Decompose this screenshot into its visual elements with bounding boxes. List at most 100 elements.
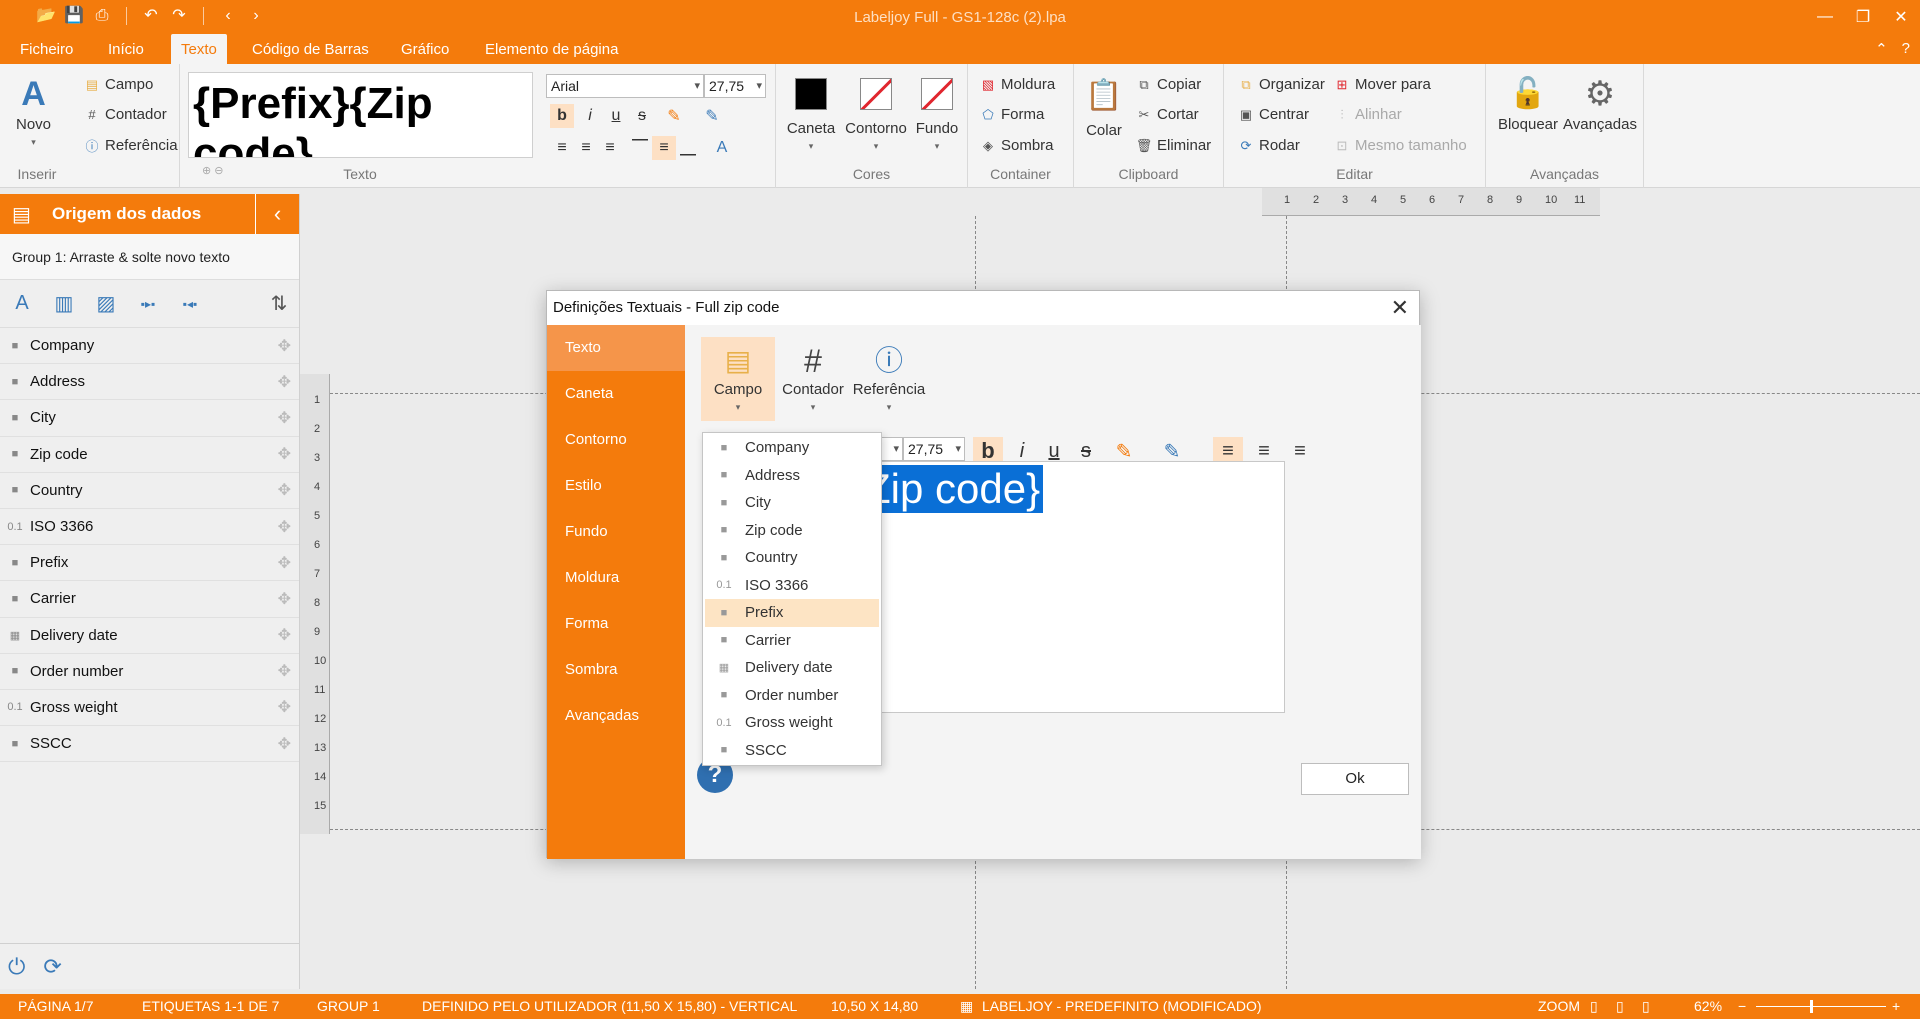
dropdown-item[interactable]: ■ Prefix xyxy=(705,599,879,627)
moldura-button[interactable]: ▧ Moldura xyxy=(980,76,1055,93)
refresh-icon[interactable]: ⟳ xyxy=(43,954,61,980)
font-size-combo[interactable]: 27,75 xyxy=(704,74,766,98)
contador-button[interactable]: # Contador ▾ xyxy=(779,337,847,421)
collapse-icon[interactable]: ▪◂▪ xyxy=(174,288,206,320)
bloquear-button[interactable]: 🔓 Bloquear xyxy=(1494,72,1562,133)
font-size-combo[interactable]: 27,75 xyxy=(903,437,965,461)
zoom-slider-thumb[interactable] xyxy=(1810,1000,1813,1013)
dropdown-item[interactable]: ■ Carrier xyxy=(705,627,879,655)
contador-button[interactable]: # Contador xyxy=(84,106,166,123)
alinhar-button[interactable]: ⫶ Alinhar xyxy=(1334,106,1401,123)
dropdown-item[interactable]: ■ Order number xyxy=(705,682,879,710)
valign-middle-icon[interactable]: ≡ xyxy=(652,136,676,160)
dropdown-item[interactable]: ■ Address xyxy=(705,462,879,490)
field-item[interactable]: ■ Zip code ✥ xyxy=(0,436,299,473)
field-item[interactable]: ■ Company ✥ xyxy=(0,328,299,365)
referencia-button[interactable]: ⓘ Referência xyxy=(84,137,177,154)
close-icon[interactable]: ✕ xyxy=(1882,0,1920,34)
contorno-button[interactable]: Contorno ▾ xyxy=(840,78,912,152)
dropdown-item[interactable]: ▦ Delivery date xyxy=(705,654,879,682)
strikethrough-icon[interactable]: s xyxy=(630,104,654,128)
tab-elemento-de-pagina[interactable]: Elemento de página xyxy=(475,34,628,64)
field-item[interactable]: ■ Country ✥ xyxy=(0,472,299,509)
field-item[interactable]: 0.1 ISO 3366 ✥ xyxy=(0,508,299,546)
field-item[interactable]: ■ Address ✥ xyxy=(0,364,299,401)
drag-handle-icon[interactable]: ✥ xyxy=(278,372,291,392)
dialog-nav-item[interactable]: Sombra xyxy=(547,647,685,693)
drag-handle-icon[interactable]: ✥ xyxy=(278,553,291,573)
field-item[interactable]: ■ Prefix ✥ xyxy=(0,545,299,582)
drag-handle-icon[interactable]: ✥ xyxy=(278,589,291,609)
drag-handle-icon[interactable]: ✥ xyxy=(278,517,291,537)
campo-button[interactable]: ▤ Campo ▾ xyxy=(701,337,775,421)
field-item[interactable]: ■ SSCC ✥ xyxy=(0,726,299,763)
dialog-nav-item[interactable]: Moldura xyxy=(547,555,685,601)
organizar-button[interactable]: ⧉ Organizar xyxy=(1238,76,1325,93)
highlight-icon[interactable]: ✎ xyxy=(662,104,686,128)
field-item[interactable]: ■ City ✥ xyxy=(0,400,299,437)
forma-button[interactable]: ⬠ Forma xyxy=(980,106,1044,123)
dialog-nav-item[interactable]: Caneta xyxy=(547,371,685,417)
zoom-out-icon[interactable]: − xyxy=(1738,994,1746,1019)
sombra-button[interactable]: ◈ Sombra xyxy=(980,137,1054,154)
drag-handle-icon[interactable]: ✥ xyxy=(278,661,291,681)
dropdown-item[interactable]: ■ SSCC xyxy=(705,737,879,765)
dropdown-item[interactable]: 0.1 Gross weight xyxy=(705,709,879,737)
close-icon[interactable]: ✕ xyxy=(1391,295,1409,321)
text-effects-icon[interactable]: A xyxy=(710,136,734,160)
dropdown-item[interactable]: ■ Zip code xyxy=(705,517,879,545)
font-family-combo[interactable]: Arial xyxy=(546,74,704,98)
add-text-icon[interactable]: A xyxy=(6,288,38,320)
pen-color-icon[interactable]: ✎ xyxy=(700,104,724,128)
dialog-nav-item[interactable]: Texto xyxy=(547,325,685,371)
align-right-icon[interactable]: ≡ xyxy=(1285,437,1315,465)
valign-top-icon[interactable]: ⎺ xyxy=(628,136,652,160)
ok-button[interactable]: Ok xyxy=(1301,763,1409,795)
tab-grafico[interactable]: Gráfico xyxy=(391,34,459,64)
page-icon[interactable]: ▯ xyxy=(1590,994,1598,1019)
zoom-in-icon[interactable]: + xyxy=(1892,994,1900,1019)
drag-handle-icon[interactable]: ✥ xyxy=(278,697,291,717)
avancadas-button[interactable]: ⚙ Avançadas xyxy=(1562,72,1638,133)
collapse-ribbon-icon[interactable]: ⌃ xyxy=(1875,40,1888,58)
referencia-button[interactable]: ⓘ Referência ▾ xyxy=(849,337,929,421)
restore-icon[interactable]: ❐ xyxy=(1844,0,1882,34)
drag-handle-icon[interactable]: ✥ xyxy=(278,625,291,645)
fundo-button[interactable]: Fundo ▾ xyxy=(912,78,962,152)
italic-icon[interactable]: i xyxy=(578,104,602,128)
zoom-slider[interactable] xyxy=(1756,1006,1886,1007)
drag-handle-icon[interactable]: ✥ xyxy=(278,336,291,356)
field-item[interactable]: ■ Order number ✥ xyxy=(0,653,299,690)
text-editor[interactable]: {Zip code} xyxy=(825,461,1285,713)
drag-handle-icon[interactable]: ✥ xyxy=(278,480,291,500)
dialog-nav-item[interactable]: Forma xyxy=(547,601,685,647)
valign-bottom-icon[interactable]: ⎽ xyxy=(676,136,700,160)
tab-codigo-de-barras[interactable]: Código de Barras xyxy=(242,34,379,64)
rodar-button[interactable]: ⟳ Rodar xyxy=(1238,137,1300,154)
dropdown-item[interactable]: ■ Country xyxy=(705,544,879,572)
help-icon[interactable]: ? xyxy=(1902,40,1910,58)
tab-inicio[interactable]: Início xyxy=(98,34,154,64)
sort-icon[interactable]: ⇅ xyxy=(263,288,295,320)
align-center-icon[interactable]: ≡ xyxy=(574,136,598,160)
dropdown-item[interactable]: 0.1 ISO 3366 xyxy=(705,572,879,600)
bold-icon[interactable]: b xyxy=(550,104,574,128)
text-preview[interactable]: {Prefix}{Zip code} xyxy=(188,72,533,158)
drag-handle-icon[interactable]: ✥ xyxy=(278,444,291,464)
minimize-icon[interactable]: — xyxy=(1806,0,1844,34)
tab-ficheiro[interactable]: Ficheiro xyxy=(10,34,83,64)
add-barcode-icon[interactable]: ▥ xyxy=(48,288,80,320)
caneta-button[interactable]: Caneta ▾ xyxy=(786,78,836,152)
campo-button[interactable]: ▤ Campo xyxy=(84,76,154,93)
tab-texto[interactable]: Texto xyxy=(171,34,227,64)
copiar-button[interactable]: ⧉ Copiar xyxy=(1136,76,1201,93)
field-item[interactable]: ▦ Delivery date ✥ xyxy=(0,617,299,654)
field-item[interactable]: 0.1 Gross weight ✥ xyxy=(0,689,299,727)
collapse-panel-button[interactable]: ‹ xyxy=(255,194,299,234)
fit-width-icon[interactable]: ▯ xyxy=(1642,994,1650,1019)
dialog-nav-item[interactable]: Contorno xyxy=(547,417,685,463)
eliminar-button[interactable]: 🗑 Eliminar xyxy=(1136,137,1211,154)
dialog-nav-item[interactable]: Avançadas xyxy=(547,693,685,739)
cortar-button[interactable]: ✂ Cortar xyxy=(1136,106,1199,123)
mesmo-tamanho-button[interactable]: ⊡ Mesmo tamanho xyxy=(1334,137,1467,154)
